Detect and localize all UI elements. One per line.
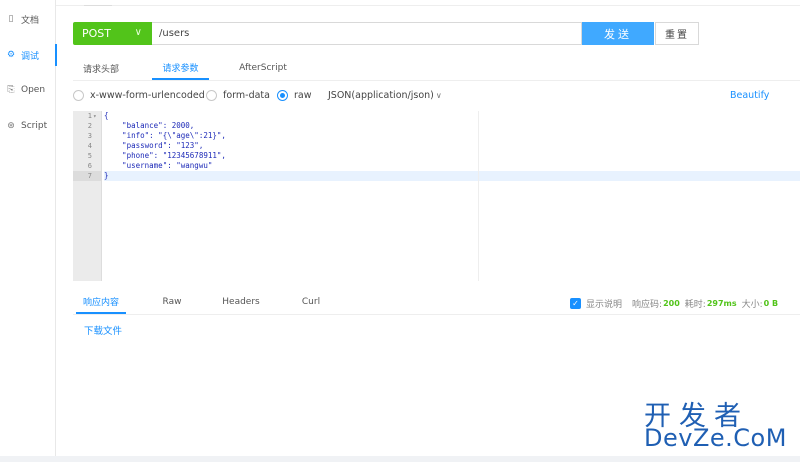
sidebar-item-debug[interactable]: ⚙ 调试	[0, 44, 57, 66]
watermark-line2: DevZe.CoM	[644, 424, 787, 452]
app-window: ▯ 文档 ⚙ 调试 ⎘ Open ⊛ Script POST ∨ /users …	[0, 0, 800, 462]
status-code-label: 响应码:	[632, 299, 663, 310]
sidebar-item-label: Script	[21, 121, 48, 131]
code-line: }	[104, 171, 800, 181]
code-line: "username": "wangwu"	[104, 161, 213, 170]
line-number: 1 ▾	[87, 112, 97, 120]
show-description-checkbox[interactable]: ✓	[570, 297, 581, 309]
radio-label: x-www-form-urlencoded	[90, 89, 205, 101]
send-button[interactable]: 发送	[582, 22, 654, 45]
tab-request-params[interactable]: 请求参数	[152, 56, 209, 80]
line-number: 2	[87, 122, 92, 130]
line-number: 4	[87, 142, 92, 150]
beautify-button[interactable]: Beautify	[730, 88, 769, 102]
content-type-value: JSON(application/json)	[328, 89, 434, 101]
show-description-label: 显示说明	[586, 299, 623, 310]
tab-divider	[73, 80, 800, 81]
script-icon: ⊛	[7, 121, 15, 131]
sidebar-item-label: 调试	[21, 51, 40, 62]
line-number: 7	[73, 171, 102, 181]
tab-afterscript[interactable]: AfterScript	[236, 56, 290, 80]
response-status: ✓ 显示说明 响应码: 200 耗时: 297ms 大小: 0 B	[570, 296, 783, 310]
line-number: 5	[87, 152, 92, 160]
size-value: 0 B	[763, 298, 779, 308]
time-label: 耗时:	[684, 299, 706, 310]
editor-print-margin	[478, 111, 479, 281]
bottom-bar	[0, 456, 800, 462]
radio-x-www-form-urlencoded[interactable]: x-www-form-urlencoded	[73, 88, 205, 102]
code-line: {	[104, 111, 109, 120]
radio-label: form-data	[223, 89, 270, 101]
top-tab[interactable]	[84, 0, 112, 6]
code-line: "balance": 2000,	[104, 121, 195, 130]
chevron-down-icon: ∨	[435, 90, 442, 100]
sidebar-item-label: Open	[21, 85, 46, 95]
top-strip	[56, 0, 800, 6]
radio-raw[interactable]: raw	[277, 88, 312, 102]
chevron-down-icon: ∨	[134, 27, 142, 38]
sidebar-item-script[interactable]: ⊛ Script	[0, 115, 56, 137]
radio-circle	[73, 89, 84, 101]
status-code-value: 200	[663, 298, 680, 308]
sidebar-item-label: 文档	[21, 15, 40, 26]
document-icon: ▯	[8, 14, 14, 24]
reset-button[interactable]: 重置	[655, 22, 699, 45]
sidebar-item-docs[interactable]: ▯ 文档	[0, 8, 56, 30]
tab-request-headers[interactable]: 请求头部	[76, 56, 126, 80]
radio-circle	[206, 89, 217, 101]
code-line: "password": "123",	[104, 141, 204, 150]
method-select[interactable]: POST ∨	[73, 22, 152, 45]
size-label: 大小:	[741, 299, 763, 310]
radio-circle	[277, 89, 288, 101]
line-number: 3	[87, 132, 92, 140]
sidebar-item-open[interactable]: ⎘ Open	[0, 79, 56, 101]
time-value: 297ms	[706, 298, 737, 308]
content-type-select[interactable]: JSON(application/json) ∨	[328, 88, 442, 102]
tab-response-raw[interactable]: Raw	[152, 290, 192, 314]
tab-response-headers[interactable]: Headers	[218, 290, 264, 314]
sidebar: ▯ 文档 ⚙ 调试 ⎘ Open ⊛ Script	[0, 0, 57, 456]
url-input[interactable]: /users	[152, 22, 582, 45]
open-icon: ⎘	[7, 85, 15, 95]
radio-form-data[interactable]: form-data	[206, 88, 270, 102]
tab-response-curl[interactable]: Curl	[294, 290, 328, 314]
response-tab-divider	[73, 314, 800, 315]
method-value: POST	[82, 27, 111, 40]
download-file-link[interactable]: 下载文件	[84, 323, 122, 337]
radio-label: raw	[294, 89, 312, 101]
code-editor[interactable]: 1 ▾ 2 3 4 5 6 7 { "balance": 2000, "info"…	[73, 111, 800, 281]
tab-response-content[interactable]: 响应内容	[76, 290, 126, 314]
line-number: 6	[87, 162, 92, 170]
code-line: "info": "{\"age\":21}",	[104, 131, 226, 140]
code-line: "phone": "12345678911",	[104, 151, 226, 160]
debug-icon: ⚙	[6, 50, 16, 60]
